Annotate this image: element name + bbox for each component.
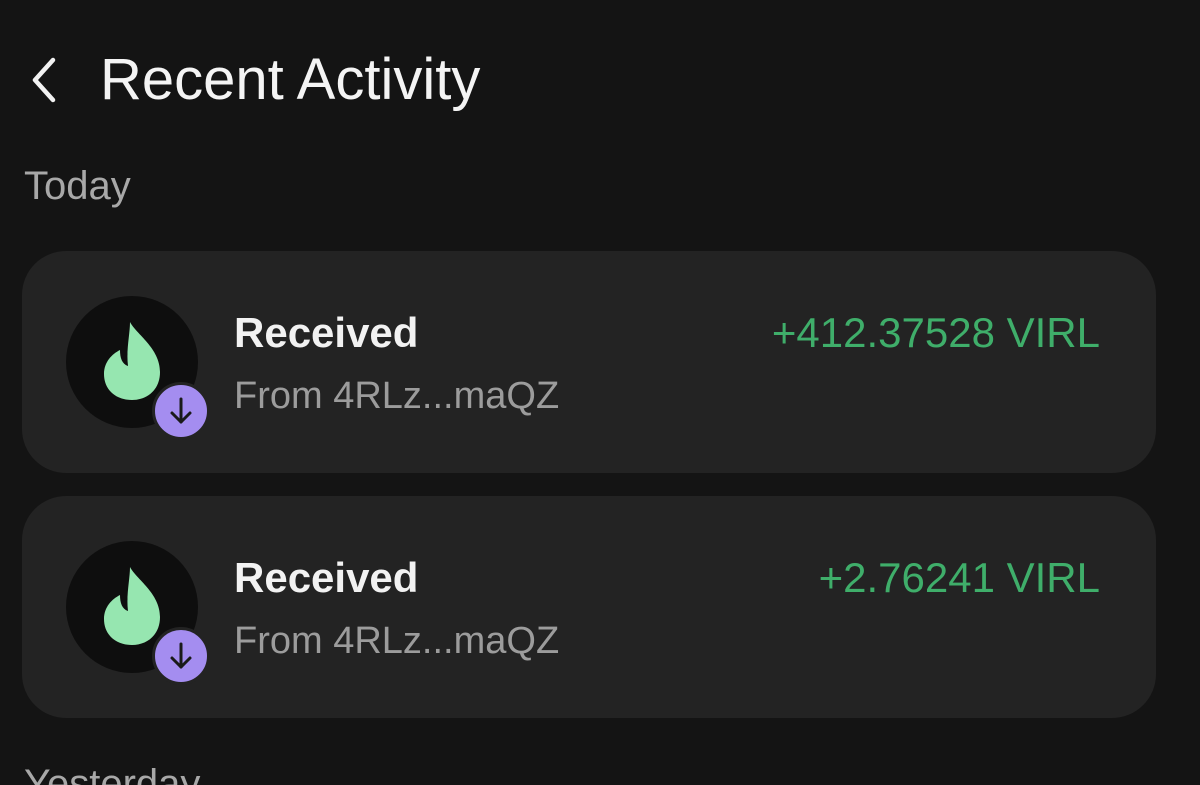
back-button[interactable]: [22, 52, 66, 108]
transaction-amount: +412.37528 VIRL: [771, 309, 1100, 356]
token-avatar: [66, 541, 210, 685]
recent-activity-screen: Recent Activity Today Received From 4RLz…: [0, 0, 1200, 785]
chevron-left-icon: [32, 57, 56, 103]
header: Recent Activity: [0, 36, 1200, 126]
flame-icon: [104, 322, 160, 400]
arrow-down-icon: [170, 397, 192, 424]
receive-badge: [152, 382, 210, 440]
receive-badge: [152, 627, 210, 685]
flame-icon: [104, 567, 160, 645]
section-label-yesterday: Yesterday: [24, 762, 201, 785]
transaction-title: Received: [234, 554, 419, 601]
page-title: Recent Activity: [100, 47, 481, 112]
transaction-card[interactable]: Received From 4RLz...maQZ +412.37528 VIR…: [22, 251, 1156, 473]
transaction-title: Received: [234, 309, 419, 356]
transaction-sender: From 4RLz...maQZ: [234, 375, 560, 417]
section-label-today: Today: [24, 164, 131, 208]
transaction-amount: +2.76241 VIRL: [818, 554, 1100, 601]
transaction-sender: From 4RLz...maQZ: [234, 620, 560, 662]
token-avatar: [66, 296, 210, 440]
transaction-card[interactable]: Received From 4RLz...maQZ +2.76241 VIRL: [22, 496, 1156, 718]
arrow-down-icon: [170, 642, 192, 669]
